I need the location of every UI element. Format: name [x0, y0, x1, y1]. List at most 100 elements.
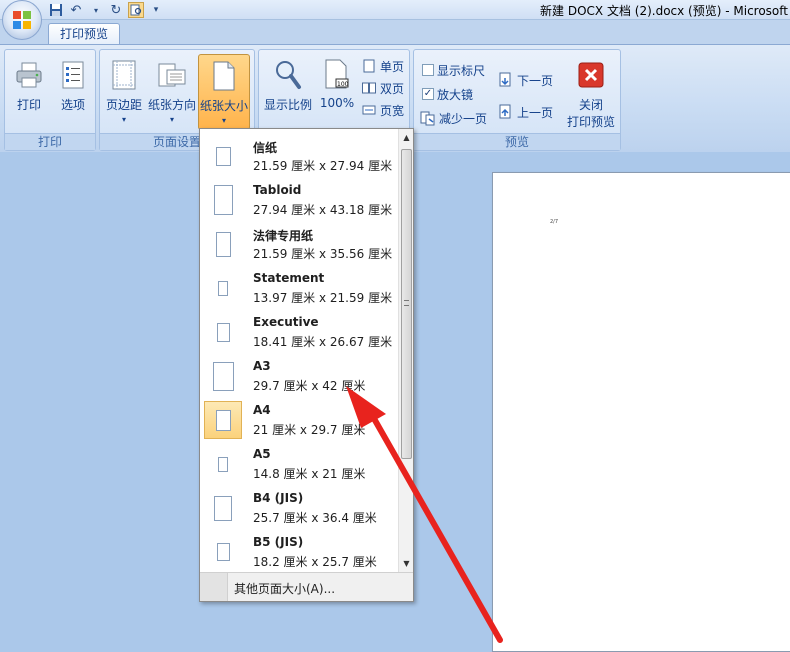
preview-group-label: 预览 [414, 133, 620, 150]
redo-icon[interactable]: ↻ [108, 2, 124, 18]
watermark-logo: Baidu经验 [600, 589, 746, 622]
paper-size-item[interactable]: A3 29.7 厘米 x 42 厘米 [200, 353, 398, 397]
paper-preview-icon [204, 181, 242, 219]
customize-toolbar-icon[interactable]: ▾ [148, 2, 164, 18]
paper-size-list: 信纸 21.59 厘米 x 27.94 厘米 Tabloid 27.94 厘米 x 4… [200, 129, 398, 573]
paper-size-dimensions: 25.7 厘米 x 36.4 厘米 [253, 511, 377, 525]
margins-caret-icon: ▾ [121, 115, 126, 124]
paper-size-name: Tabloid [253, 183, 302, 197]
print-preview-icon[interactable] [128, 2, 144, 18]
paper-size-dropdown: 信纸 21.59 厘米 x 27.94 厘米 Tabloid 27.94 厘米 x 4… [199, 128, 414, 602]
page-width-button[interactable]: 页宽 [361, 100, 404, 120]
paper-size-dimensions: 21 厘米 x 29.7 厘米 [253, 423, 366, 437]
page-100-icon: 100 [321, 58, 353, 92]
paper-preview-icon [204, 357, 242, 395]
dropdown-caret-icon[interactable]: ▾ [88, 2, 104, 18]
paper-preview-icon [204, 401, 242, 439]
page-number: 2/7 [550, 219, 559, 225]
margins-icon [108, 58, 140, 92]
two-pages-button[interactable]: 双页 [361, 78, 404, 98]
close-preview-button[interactable]: 关闭 打印预览 [564, 54, 618, 130]
next-page-button[interactable]: 下一页 [498, 70, 553, 90]
tab-print-preview[interactable]: 打印预览 [48, 23, 120, 46]
paper-size-caret-icon: ▾ [221, 116, 226, 125]
window-title: 新建 DOCX 文档 (2).docx (预览) - Microsoft [540, 4, 788, 18]
paper-preview-icon [204, 313, 242, 351]
one-page-button[interactable]: 单页 [361, 56, 404, 76]
paper-size-button[interactable]: 纸张大小 ▾ [198, 54, 250, 130]
next-page-icon [498, 72, 514, 88]
scroll-up-icon[interactable]: ▲ [399, 131, 414, 145]
paper-size-item[interactable]: Executive 18.41 厘米 x 26.67 厘米 [200, 309, 398, 353]
preview-page[interactable]: 2/7 [492, 172, 790, 652]
paper-size-name: Executive [253, 315, 319, 329]
paper-size-dimensions: 27.94 厘米 x 43.18 厘米 [253, 203, 393, 217]
paper-size-item[interactable]: B5 (JIS) 18.2 厘米 x 25.7 厘米 [200, 529, 398, 573]
page-width-icon [361, 102, 377, 118]
paper-size-name: Statement [253, 271, 325, 285]
show-ruler-checkbox[interactable]: 显示标尺 [422, 60, 485, 80]
paper-size-item[interactable]: A5 14.8 厘米 x 21 厘米 [200, 441, 398, 485]
tab-row: 打印预览 [0, 20, 790, 46]
scroll-down-icon[interactable]: ▼ [399, 557, 414, 571]
paper-preview-icon [204, 225, 242, 263]
paper-size-dimensions: 18.2 厘米 x 25.7 厘米 [253, 555, 377, 569]
paper-size-dimensions: 13.97 厘米 x 21.59 厘米 [253, 291, 393, 305]
paper-size-item[interactable]: A4 21 厘米 x 29.7 厘米 [200, 397, 398, 441]
undo-icon[interactable]: ↶ [68, 2, 84, 18]
shrink-page-icon [420, 110, 436, 126]
margins-button[interactable]: 页边距 ▾ [102, 54, 146, 130]
quick-access-toolbar: ↶ ▾ ↻ ▾ [48, 1, 164, 19]
office-logo-icon [13, 11, 31, 29]
printer-icon [13, 58, 45, 92]
paper-preview-icon [204, 489, 242, 527]
paper-preview-icon [204, 445, 242, 483]
orientation-button[interactable]: 纸张方向 ▾ [148, 54, 196, 130]
svg-text:100: 100 [337, 81, 349, 88]
print-button[interactable]: 打印 [9, 54, 49, 130]
prev-page-button[interactable]: 上一页 [498, 102, 553, 122]
watermark-url: jingyan.baidu.com [606, 622, 708, 635]
paper-size-name: 法律专用纸 [253, 229, 314, 243]
dropdown-scrollbar[interactable]: ▲ ▼ [398, 129, 413, 573]
paper-size-item[interactable]: 法律专用纸 21.59 厘米 x 35.56 厘米 [200, 221, 398, 265]
paper-size-item[interactable]: Tabloid 27.94 厘米 x 43.18 厘米 [200, 177, 398, 221]
orientation-caret-icon: ▾ [169, 115, 174, 124]
print-group-label: 打印 [5, 133, 95, 150]
paper-preview-icon [204, 533, 242, 571]
options-list-icon [57, 58, 89, 92]
title-bar: ↶ ▾ ↻ ▾ 新建 DOCX 文档 (2).docx (预览) - Micro… [0, 0, 790, 20]
zoom-100-button[interactable]: 100 100% [317, 54, 357, 130]
paper-size-item[interactable]: 信纸 21.59 厘米 x 27.94 厘米 [200, 133, 398, 177]
paper-size-dimensions: 21.59 厘米 x 35.56 厘米 [253, 247, 393, 261]
paper-size-name: B4 (JIS) [253, 491, 304, 505]
preview-group: 显示标尺 ✓ 放大镜 减少一页 下一页 上一页 关闭 打印预览 预览 [413, 49, 621, 151]
paper-size-dimensions: 29.7 厘米 x 42 厘米 [253, 379, 366, 393]
paper-size-dimensions: 18.41 厘米 x 26.67 厘米 [253, 335, 393, 349]
print-options-button[interactable]: 选项 [53, 54, 93, 130]
magnifier-icon [272, 58, 304, 92]
one-page-icon [361, 58, 377, 74]
paper-size-item[interactable]: Statement 13.97 厘米 x 21.59 厘米 [200, 265, 398, 309]
paper-size-name: A5 [253, 447, 271, 461]
save-icon[interactable] [48, 2, 64, 18]
office-button[interactable] [2, 0, 42, 40]
paper-size-item[interactable]: B4 (JIS) 25.7 厘米 x 36.4 厘米 [200, 485, 398, 529]
shrink-one-page-button[interactable]: 减少一页 [420, 108, 487, 128]
paper-preview-icon [204, 137, 242, 175]
paper-size-name: A3 [253, 359, 271, 373]
close-icon [575, 58, 607, 92]
paper-size-name: 信纸 [253, 141, 278, 155]
zoom-button[interactable]: 显示比例 [261, 54, 315, 130]
more-paper-sizes-item[interactable]: 其他页面大小(A)... [200, 572, 413, 601]
paper-preview-icon [204, 269, 242, 307]
magnifier-checkbox[interactable]: ✓ 放大镜 [422, 84, 473, 104]
prev-page-icon [498, 104, 514, 120]
orientation-icon [156, 58, 188, 92]
scroll-thumb[interactable] [401, 149, 412, 459]
magnifier-check[interactable]: ✓ [422, 88, 434, 100]
show-ruler-check[interactable] [422, 64, 434, 76]
print-group: 打印 选项 打印 [4, 49, 96, 151]
more-paper-sizes-label: 其他页面大小(A)... [234, 582, 336, 596]
paper-size-dimensions: 14.8 厘米 x 21 厘米 [253, 467, 366, 481]
